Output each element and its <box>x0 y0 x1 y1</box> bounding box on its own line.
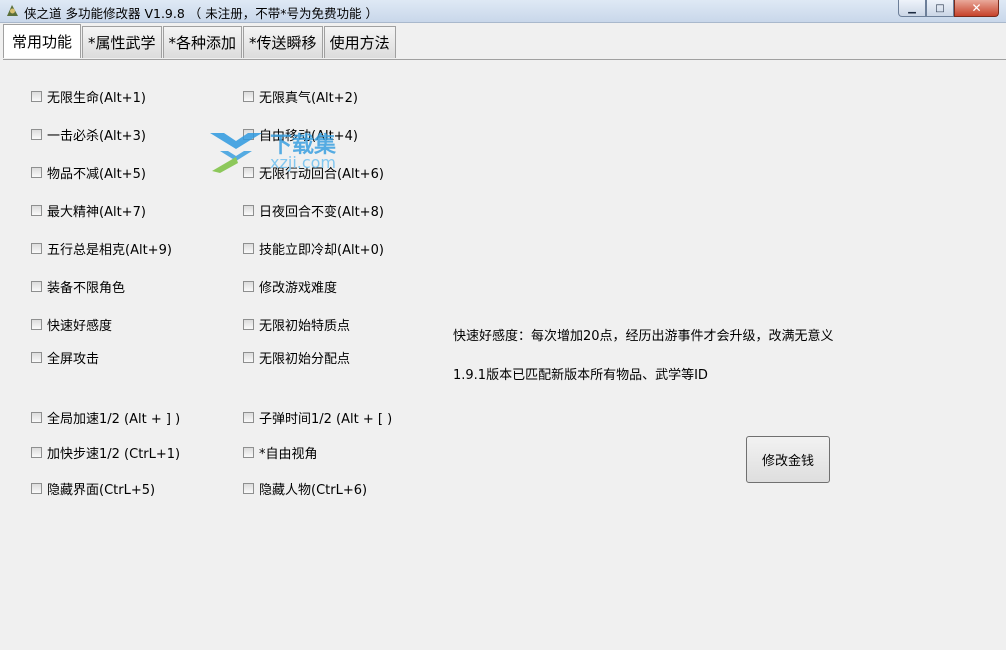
checkbox-box[interactable] <box>243 482 254 494</box>
modify-money-button[interactable]: 修改金钱 <box>746 436 830 483</box>
checkbox-box[interactable] <box>243 351 254 363</box>
tab-common[interactable]: 常用功能 <box>3 24 82 58</box>
checkbox-infinite-qi[interactable]: 无限真气(Alt+2) <box>243 88 358 106</box>
watermark-logo: 下载集 xzji.com <box>208 127 348 177</box>
checkbox-box[interactable] <box>243 318 254 330</box>
close-button[interactable]: ✕ <box>954 0 999 17</box>
checkbox-box[interactable] <box>243 446 254 458</box>
minimize-button[interactable]: ▁ <box>898 0 926 17</box>
watermark-site: xzji.com <box>270 153 337 172</box>
checkbox-box[interactable] <box>243 242 254 254</box>
download-arrow-icon <box>210 133 262 173</box>
window-controls: ▁ □ ✕ <box>898 0 999 17</box>
checkbox-five-elements[interactable]: 五行总是相克(Alt+9) <box>31 240 172 258</box>
checkbox-box[interactable] <box>243 90 254 102</box>
title-bar: 侠之道 多功能修改器 V1.9.8 （ 未注册，不带*号为免费功能 ） ▁ □ … <box>0 0 1006 23</box>
tab-add-items[interactable]: *各种添加 <box>162 26 243 58</box>
checkbox-box[interactable] <box>31 482 42 494</box>
checkbox-items-no-decrease[interactable]: 物品不减(Alt+5) <box>31 164 146 182</box>
checkbox-infinite-life[interactable]: 无限生命(Alt+1) <box>31 88 146 106</box>
tab-attributes[interactable]: *属性武学 <box>82 26 162 58</box>
checkbox-bullet-time[interactable]: 子弹时间1/2 (Alt + [ ) <box>243 409 392 427</box>
checkbox-box[interactable] <box>31 128 42 140</box>
checkbox-max-spirit[interactable]: 最大精神(Alt+7) <box>31 202 146 220</box>
checkbox-allocation-points[interactable]: 无限初始分配点 <box>243 349 350 367</box>
app-icon <box>7 5 18 16</box>
checkbox-box[interactable] <box>31 280 42 292</box>
maximize-button[interactable]: □ <box>926 0 954 17</box>
checkbox-box[interactable] <box>31 166 42 178</box>
version-note: 1.9.1版本已匹配新版本所有物品、武学等ID <box>453 368 708 383</box>
checkbox-box[interactable] <box>31 351 42 363</box>
checkbox-fullscreen-attack[interactable]: 全屏攻击 <box>31 349 99 367</box>
checkbox-box[interactable] <box>243 204 254 216</box>
checkbox-equip-any-role[interactable]: 装备不限角色 <box>31 278 125 296</box>
tab-bar: 常用功能 *属性武学 *各种添加 *传送瞬移 使用方法 <box>3 24 397 59</box>
tab-usage[interactable]: 使用方法 <box>323 26 396 58</box>
checkbox-hide-ui[interactable]: 隐藏界面(CtrL+5) <box>31 480 155 498</box>
checkbox-box[interactable] <box>31 318 42 330</box>
window-title: 侠之道 多功能修改器 V1.9.8 （ 未注册，不带*号为免费功能 ） <box>24 6 378 21</box>
checkbox-fast-affinity[interactable]: 快速好感度 <box>31 316 112 334</box>
checkbox-walk-speed[interactable]: 加快步速1/2 (CtrL+1) <box>31 444 180 462</box>
checkbox-change-difficulty[interactable]: 修改游戏难度 <box>243 278 337 296</box>
checkbox-hide-characters[interactable]: 隐藏人物(CtrL+6) <box>243 480 367 498</box>
checkbox-box[interactable] <box>243 411 254 423</box>
tab-teleport[interactable]: *传送瞬移 <box>243 26 323 58</box>
checkbox-trait-points[interactable]: 无限初始特质点 <box>243 316 350 334</box>
checkbox-box[interactable] <box>31 411 42 423</box>
tab-panel-common <box>3 59 1006 650</box>
affinity-note: 快速好感度：每次增加20点，经历出游事件才会升级，改满无意义 <box>453 329 834 344</box>
checkbox-free-camera[interactable]: *自由视角 <box>243 444 318 462</box>
checkbox-box[interactable] <box>31 242 42 254</box>
checkbox-day-night-fixed[interactable]: 日夜回合不变(Alt+8) <box>243 202 384 220</box>
checkbox-instant-cooldown[interactable]: 技能立即冷却(Alt+0) <box>243 240 384 258</box>
checkbox-one-hit-kill[interactable]: 一击必杀(Alt+3) <box>31 126 146 144</box>
checkbox-box[interactable] <box>243 280 254 292</box>
checkbox-box[interactable] <box>31 204 42 216</box>
checkbox-global-speed[interactable]: 全局加速1/2 (Alt + ] ) <box>31 409 180 427</box>
checkbox-box[interactable] <box>31 90 42 102</box>
checkbox-box[interactable] <box>31 446 42 458</box>
